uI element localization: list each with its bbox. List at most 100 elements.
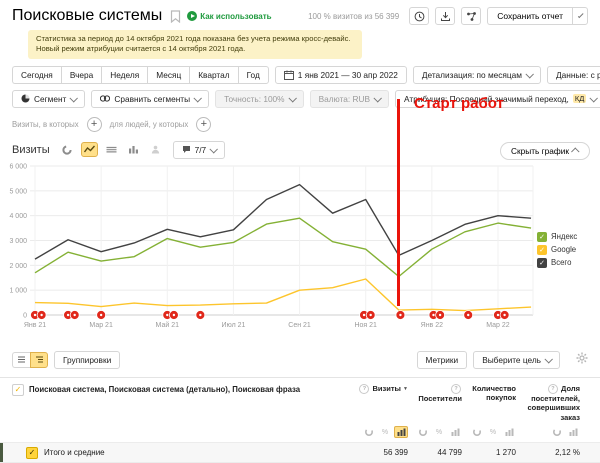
date-range-label: 1 янв 2021 — 30 апр 2022 (298, 70, 398, 80)
sort-desc-icon: ▼ (403, 386, 408, 392)
metric-display-icons-2: % (470, 426, 524, 438)
x-axis-label: Янв 21 (24, 322, 46, 329)
period-tab-месяц[interactable]: Месяц (147, 66, 189, 84)
series-line-google (35, 278, 531, 310)
percent-display-button[interactable]: % (486, 426, 500, 438)
save-report-button[interactable]: Сохранить отчет (487, 7, 572, 25)
bars-display-button[interactable] (566, 426, 580, 438)
y-axis-label: 2 000 (9, 262, 27, 269)
goal-select-dropdown[interactable]: Выберите цель (473, 351, 560, 369)
report-table: ✓ Поисковая система, Поисковая система (… (0, 377, 600, 463)
share-button[interactable] (461, 7, 481, 25)
pie-display-button[interactable] (362, 426, 376, 438)
accuracy-dropdown[interactable]: Точность: 100% (215, 90, 303, 108)
metric-value: 56 399 (338, 448, 408, 457)
currency-dropdown[interactable]: Валюта: RUB (310, 90, 389, 108)
chart-type-pie-button[interactable] (59, 142, 76, 157)
chart-type-stacked-button[interactable] (103, 142, 120, 157)
chart-section: Визиты (0, 136, 600, 338)
period-tab-вчера[interactable]: Вчера (61, 66, 101, 84)
percent-display-button[interactable]: % (432, 426, 446, 438)
date-range-button[interactable]: 1 янв 2021 — 30 апр 2022 (275, 66, 407, 84)
legend-label: Google (551, 245, 576, 254)
row-checkbox[interactable]: ✓ (26, 447, 38, 459)
x-axis-label: Ноя 21 (354, 322, 377, 329)
column-header-0[interactable]: ? Визиты ▼ (338, 384, 416, 423)
save-report-dropdown[interactable] (572, 7, 588, 25)
goal-select-label: Выберите цель (482, 355, 541, 365)
metric-help-icon[interactable]: ? (451, 384, 461, 394)
save-report-split-button: Сохранить отчет (487, 7, 588, 25)
comment-marker-dot (467, 313, 469, 315)
download-icon (440, 11, 451, 22)
stacked-lines-icon (106, 145, 117, 154)
add-people-filter-button[interactable]: + (196, 117, 211, 132)
bars-display-button[interactable] (394, 426, 408, 438)
bookmark-icon[interactable] (170, 10, 181, 23)
pie-chart-icon (365, 428, 373, 436)
legend-item-яндекс[interactable]: ✓Яндекс (537, 232, 577, 242)
bars-display-button[interactable] (448, 426, 462, 438)
bars-display-button[interactable] (502, 426, 516, 438)
chart-type-audience-button[interactable] (147, 142, 164, 157)
chevron-up-icon (571, 147, 579, 155)
hide-chart-button[interactable]: Скрыть график (500, 142, 590, 160)
legend-item-google[interactable]: ✓ Google (537, 245, 577, 255)
series-line-всего (35, 184, 531, 259)
list-icon (17, 355, 26, 364)
row-label[interactable]: Итого и средние (44, 448, 338, 457)
compare-segments-button[interactable]: Сравнить сегменты (91, 90, 209, 108)
metrics-button[interactable]: Метрики (417, 351, 468, 369)
dimension-header-label[interactable]: Поисковая система, Поисковая система (де… (29, 385, 300, 394)
metric-display-icons-3 (524, 426, 588, 438)
segment-button[interactable]: Сегмент (12, 90, 85, 108)
metric-help-icon[interactable]: ? (359, 384, 369, 394)
chart-controls: Визиты (0, 136, 600, 160)
comment-marker-dot (34, 313, 36, 315)
flat-list-view-button[interactable] (12, 352, 30, 368)
period-tab-год[interactable]: Год (238, 66, 269, 84)
column-header-label: Визиты (373, 384, 401, 393)
detail-dropdown[interactable]: Детализация: по месяцам (413, 66, 541, 84)
column-header-2[interactable]: Количество покупок (470, 384, 524, 423)
pie-display-button[interactable] (550, 426, 564, 438)
period-tab-квартал[interactable]: Квартал (189, 66, 237, 84)
history-button[interactable] (409, 7, 429, 25)
pie-chart-icon (419, 428, 427, 436)
period-tab-сегодня[interactable]: Сегодня (12, 66, 61, 84)
chart-type-columns-button[interactable] (125, 142, 142, 157)
groupings-button[interactable]: Группировки (54, 351, 120, 369)
segment-toolbar: Сегмент Сравнить сегменты Точность: 100%… (0, 90, 600, 108)
comments-dropdown[interactable]: 7/7 (173, 141, 226, 159)
column-header-1[interactable]: ? Посетители (416, 384, 470, 423)
metric-help-icon[interactable]: ? (548, 384, 558, 394)
bar-chart-icon (397, 428, 406, 436)
metric-display-icons-row: %%% (0, 424, 600, 442)
select-all-checkbox[interactable]: ✓ (12, 384, 24, 396)
table-settings-button[interactable] (576, 352, 588, 367)
chart-metric-label: Визиты (12, 144, 50, 156)
legend-checkbox: ✓ (537, 258, 547, 268)
percent-display-button[interactable]: % (378, 426, 392, 438)
metric-cell: 1 270 (470, 448, 524, 457)
column-header-3[interactable]: ? Доля посетителей, совершивших заказ (524, 384, 588, 423)
legend-checkbox: ✓ (537, 245, 547, 255)
data-mode-dropdown[interactable]: Данные: с роботами (547, 66, 600, 84)
how-to-use-link[interactable]: Как использовать (187, 11, 271, 21)
visits-line-chart[interactable]: 01 0002 0003 0004 0005 0006 000Янв 21Мар… (0, 160, 600, 338)
legend-item-всего[interactable]: ✓Всего (537, 258, 577, 268)
add-visits-filter-button[interactable]: + (87, 117, 102, 132)
tree-view-button[interactable] (30, 352, 48, 368)
chart-type-line-button[interactable] (81, 142, 98, 157)
chevron-down-icon (288, 94, 296, 102)
play-icon (187, 11, 197, 21)
pie-display-button[interactable] (416, 426, 430, 438)
export-button[interactable] (435, 7, 455, 25)
pie-display-button[interactable] (470, 426, 484, 438)
series-line-яндекс (35, 218, 531, 276)
y-axis-label: 6 000 (9, 163, 27, 170)
table-row-итого-и-средние[interactable]: ✓Итого и средние56 39944 7991 2702,12 % (0, 442, 600, 462)
metric-value: 2,12 % (524, 448, 580, 457)
period-tab-неделя[interactable]: Неделя (101, 66, 147, 84)
x-axis-label: Мар 21 (89, 322, 113, 329)
